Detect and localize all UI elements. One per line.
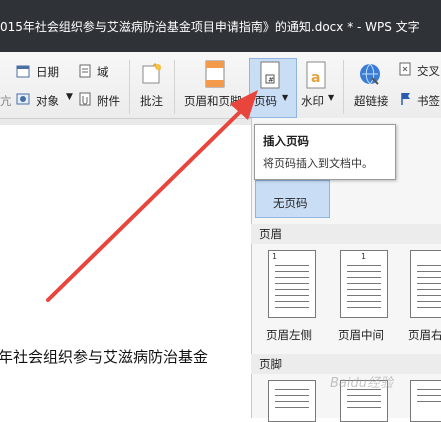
annotation-arrow [46,90,258,302]
watermark-logo: Baidu经验 [330,376,393,391]
